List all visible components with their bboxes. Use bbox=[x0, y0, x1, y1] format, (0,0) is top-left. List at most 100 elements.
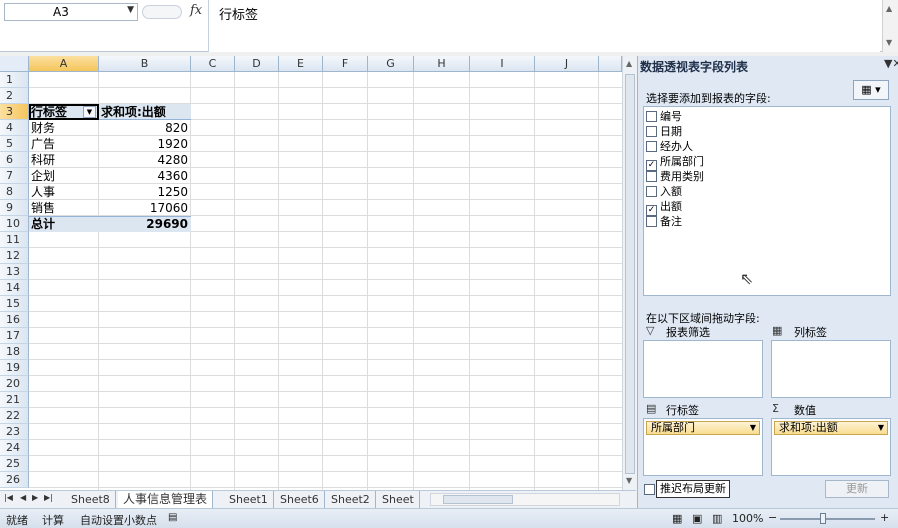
pivot-row-value[interactable]: 820 bbox=[99, 120, 191, 136]
row-header[interactable]: 19 bbox=[0, 360, 29, 376]
row-header[interactable]: 10 bbox=[0, 216, 29, 232]
pivot-total-value[interactable]: 29690 bbox=[99, 216, 191, 232]
row-header[interactable]: 7 bbox=[0, 168, 29, 184]
defer-update-checkbox[interactable] bbox=[644, 484, 655, 495]
formula-bar-expand-handle[interactable] bbox=[142, 5, 182, 19]
checkbox[interactable] bbox=[646, 126, 657, 137]
select-all-corner[interactable] bbox=[0, 56, 29, 72]
scrollbar-thumb[interactable] bbox=[443, 495, 513, 504]
pivot-value-header[interactable]: 求和项:出额 bbox=[101, 104, 191, 120]
row-header[interactable]: 21 bbox=[0, 392, 29, 408]
pivot-row-value[interactable]: 1250 bbox=[99, 184, 191, 200]
chevron-down-icon[interactable]: ▼ bbox=[127, 5, 134, 15]
sheet-tab[interactable]: Sheet8 bbox=[66, 491, 116, 508]
field-item[interactable]: 备注 bbox=[646, 214, 682, 229]
sheet-tab[interactable]: Sheet1 bbox=[224, 491, 274, 508]
page-break-view-icon[interactable]: ▥ bbox=[712, 512, 722, 525]
column-header-k[interactable] bbox=[599, 56, 622, 72]
row-header[interactable]: 15 bbox=[0, 296, 29, 312]
report-filter-dropzone[interactable] bbox=[643, 340, 763, 398]
row-header[interactable]: 2 bbox=[0, 88, 29, 104]
row-header[interactable]: 5 bbox=[0, 136, 29, 152]
formula-bar-scrollbar[interactable]: ▲ ▼ bbox=[882, 0, 898, 52]
row-header[interactable]: 12 bbox=[0, 248, 29, 264]
checkbox[interactable] bbox=[646, 141, 657, 152]
pivot-row-value[interactable]: 17060 bbox=[99, 200, 191, 216]
column-header-i[interactable]: I bbox=[470, 56, 535, 72]
pivot-row-label[interactable]: 财务 bbox=[31, 120, 97, 136]
field-item[interactable]: 费用类别 bbox=[646, 169, 704, 184]
column-header-d[interactable]: D bbox=[235, 56, 279, 72]
first-sheet-icon[interactable]: |◀ bbox=[4, 493, 13, 502]
row-header[interactable]: 4 bbox=[0, 120, 29, 136]
row-header[interactable]: 9 bbox=[0, 200, 29, 216]
field-item[interactable]: ✓ 出额 bbox=[646, 199, 682, 216]
normal-view-icon[interactable]: ▦ bbox=[672, 512, 682, 525]
field-item[interactable]: 入额 bbox=[646, 184, 682, 199]
column-labels-dropzone[interactable] bbox=[771, 340, 891, 398]
row-header[interactable]: 11 bbox=[0, 232, 29, 248]
row-header[interactable]: 18 bbox=[0, 344, 29, 360]
chevron-down-icon[interactable]: ▼ bbox=[750, 422, 756, 434]
field-item[interactable]: 编号 bbox=[646, 109, 682, 124]
row-header[interactable]: 16 bbox=[0, 312, 29, 328]
pivot-row-label[interactable]: 销售 bbox=[31, 200, 97, 216]
formula-input[interactable]: 行标签 bbox=[208, 0, 880, 52]
scrollbar-thumb[interactable] bbox=[625, 74, 635, 474]
insert-function-icon[interactable]: fx bbox=[190, 3, 202, 18]
pivot-row-value[interactable]: 1920 bbox=[99, 136, 191, 152]
row-header[interactable]: 6 bbox=[0, 152, 29, 168]
row-header[interactable]: 20 bbox=[0, 376, 29, 392]
status-calculate[interactable]: 计算 bbox=[42, 512, 64, 528]
row-header[interactable]: 14 bbox=[0, 280, 29, 296]
zoom-out-icon[interactable]: − bbox=[768, 511, 777, 524]
field-item[interactable]: ✓ 所属部门 bbox=[646, 154, 704, 171]
row-header[interactable]: 24 bbox=[0, 440, 29, 456]
row-field-pill[interactable]: 所属部门 ▼ bbox=[646, 421, 760, 435]
scroll-up-icon[interactable]: ▲ bbox=[886, 4, 892, 13]
row-header[interactable]: 13 bbox=[0, 264, 29, 280]
pivot-row-label[interactable]: 人事 bbox=[31, 184, 97, 200]
defer-update-label[interactable]: 推迟布局更新 bbox=[656, 480, 730, 498]
sheet-tab[interactable]: Sheet6 bbox=[275, 491, 325, 508]
prev-sheet-icon[interactable]: ◀ bbox=[20, 493, 26, 502]
scroll-down-icon[interactable]: ▼ bbox=[886, 38, 892, 47]
zoom-level[interactable]: 100% bbox=[732, 512, 763, 525]
column-header-e[interactable]: E bbox=[279, 56, 323, 72]
row-header[interactable]: 8 bbox=[0, 184, 29, 200]
value-field-pill[interactable]: 求和项:出额 ▼ bbox=[774, 421, 888, 435]
pivot-row-label[interactable]: 广告 bbox=[31, 136, 97, 152]
vertical-scrollbar[interactable]: ▲ ▼ bbox=[622, 56, 636, 490]
column-header-c[interactable]: C bbox=[191, 56, 235, 72]
column-header-j[interactable]: J bbox=[535, 56, 599, 72]
row-header[interactable]: 22 bbox=[0, 408, 29, 424]
horizontal-scrollbar[interactable] bbox=[430, 493, 620, 506]
checkbox[interactable] bbox=[646, 111, 657, 122]
chevron-down-icon[interactable]: ▼ bbox=[878, 422, 884, 434]
pivot-row-value[interactable]: 4360 bbox=[99, 168, 191, 184]
close-icon[interactable]: ▼✕ bbox=[884, 57, 898, 70]
page-layout-view-icon[interactable]: ▣ bbox=[692, 512, 702, 525]
zoom-slider-handle[interactable] bbox=[820, 513, 826, 524]
row-labels-dropzone[interactable]: 所属部门 ▼ bbox=[643, 418, 763, 476]
field-list[interactable]: 编号 日期 经办人 ✓ 所属部门 费用类别 入额 ✓ 出额 备注 ⇖ bbox=[643, 106, 891, 296]
row-header[interactable]: 26 bbox=[0, 472, 29, 488]
row-header[interactable]: 23 bbox=[0, 424, 29, 440]
zoom-slider[interactable] bbox=[780, 518, 875, 520]
pivot-row-label[interactable]: 科研 bbox=[31, 152, 97, 168]
scroll-up-icon[interactable]: ▲ bbox=[626, 59, 632, 68]
update-button[interactable]: 更新 bbox=[825, 480, 889, 498]
checkbox[interactable] bbox=[646, 171, 657, 182]
row-header[interactable]: 3 bbox=[0, 104, 29, 120]
field-layout-button[interactable]: ▦ ▾ bbox=[853, 80, 889, 100]
row-header[interactable]: 17 bbox=[0, 328, 29, 344]
column-header-a[interactable]: A bbox=[29, 56, 99, 72]
macro-record-icon[interactable]: ▤ bbox=[168, 512, 177, 523]
next-sheet-icon[interactable]: ▶ bbox=[32, 493, 38, 502]
row-header[interactable]: 25 bbox=[0, 456, 29, 472]
column-header-f[interactable]: F bbox=[323, 56, 368, 72]
last-sheet-icon[interactable]: ▶| bbox=[44, 493, 53, 502]
scroll-down-icon[interactable]: ▼ bbox=[626, 476, 632, 485]
column-header-b[interactable]: B bbox=[99, 56, 191, 72]
pivot-row-value[interactable]: 4280 bbox=[99, 152, 191, 168]
